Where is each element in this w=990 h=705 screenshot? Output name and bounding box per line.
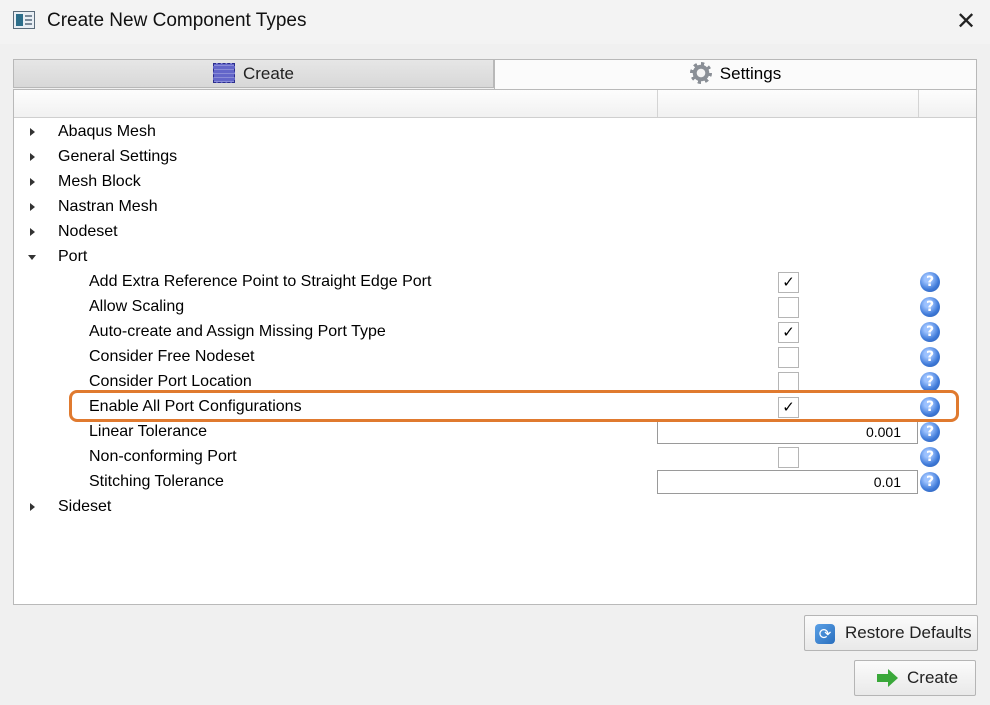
expand-arrow-down-icon[interactable] [28, 245, 38, 270]
expand-arrow-right-icon[interactable] [28, 195, 38, 220]
green-arrow-icon [877, 669, 899, 687]
setting-label: Consider Port Location [89, 373, 252, 390]
help-icon[interactable]: ? [920, 322, 940, 342]
title-bar: Create New Component Types ✕ [0, 0, 990, 44]
setting-checkbox[interactable]: ✓ [778, 322, 799, 343]
help-icon[interactable]: ? [920, 347, 940, 367]
setting-row: Enable All Port Configurations ✓? [14, 395, 976, 420]
setting-label: Allow Scaling [89, 298, 185, 315]
setting-row: Consider Free Nodeset? [14, 345, 976, 370]
expand-arrow-right-icon[interactable] [28, 120, 38, 145]
help-icon[interactable]: ? [920, 472, 940, 492]
window-title: Create New Component Types [47, 10, 307, 31]
setting-row: Add Extra Reference Point to Straight Ed… [14, 270, 976, 295]
tab-bar: Create Settings [13, 59, 977, 89]
setting-label: Stitching Tolerance [89, 473, 224, 490]
tree-group-row[interactable]: Sideset [14, 495, 976, 520]
expand-arrow-right-icon[interactable] [28, 495, 38, 520]
expand-arrow-right-icon[interactable] [28, 220, 38, 245]
setting-row: Linear Tolerance 0.001? [14, 420, 976, 445]
create-button[interactable]: Create [854, 660, 976, 696]
setting-label: Consider Free Nodeset [89, 348, 255, 365]
tree-group-row[interactable]: General Settings [14, 145, 976, 170]
setting-number-field[interactable]: 0.01 [657, 470, 918, 494]
mesh-cube-icon [212, 62, 235, 83]
setting-label: Add Extra Reference Point to Straight Ed… [89, 273, 432, 290]
setting-row: Allow Scaling? [14, 295, 976, 320]
app-icon [13, 11, 35, 29]
help-icon[interactable]: ? [920, 447, 940, 467]
setting-label: Non-conforming Port [89, 448, 237, 465]
setting-row: Auto-create and Assign Missing Port Type… [14, 320, 976, 345]
tab-create-label: Create [242, 64, 295, 83]
setting-checkbox[interactable] [778, 347, 799, 368]
expand-arrow-right-icon[interactable] [28, 170, 38, 195]
tree-group-label: Nodeset [58, 223, 118, 240]
restore-defaults-label: Restore Defaults [845, 623, 972, 642]
header-divider-help[interactable] [918, 90, 919, 117]
expand-arrow-right-icon[interactable] [28, 145, 38, 170]
tab-settings-label: Settings [719, 64, 782, 83]
setting-label: Enable All Port Configurations [89, 398, 302, 415]
setting-number-field[interactable]: 0.001 [657, 420, 918, 444]
tree-group-label: Port [58, 248, 88, 265]
setting-label: Auto-create and Assign Missing Port Type [89, 323, 386, 340]
setting-checkbox[interactable] [778, 297, 799, 318]
create-button-label: Create [907, 668, 959, 687]
tab-create[interactable]: Create [13, 59, 494, 88]
tree-header-row [14, 90, 976, 118]
setting-label: Linear Tolerance [89, 423, 208, 440]
settings-tree-panel: Abaqus Mesh General Settings Mesh Block Nas… [13, 89, 977, 605]
refresh-icon [815, 624, 835, 644]
setting-checkbox[interactable]: ✓ [778, 272, 799, 293]
restore-defaults-button[interactable]: Restore Defaults [804, 615, 978, 651]
tree-group-row[interactable]: Nodeset [14, 220, 976, 245]
setting-checkbox[interactable]: ✓ [778, 397, 799, 418]
help-icon[interactable]: ? [920, 372, 940, 392]
setting-row: Consider Port Location? [14, 370, 976, 395]
setting-checkbox[interactable] [778, 372, 799, 393]
header-divider-value[interactable] [657, 90, 658, 117]
tree-group-label: General Settings [58, 148, 178, 165]
help-icon[interactable]: ? [920, 397, 940, 417]
setting-checkbox[interactable] [778, 447, 799, 468]
tree-group-row[interactable]: Mesh Block [14, 170, 976, 195]
help-icon[interactable]: ? [920, 272, 940, 292]
tree-group-row[interactable]: Port [14, 245, 976, 270]
tree-group-label: Mesh Block [58, 173, 141, 190]
tree-group-label: Sideset [58, 498, 112, 515]
tab-settings[interactable]: Settings [494, 59, 977, 89]
setting-row: Stitching Tolerance 0.01? [14, 470, 976, 495]
setting-row: Non-conforming Port? [14, 445, 976, 470]
tree-group-label: Abaqus Mesh [58, 123, 156, 140]
tree-group-row[interactable]: Abaqus Mesh [14, 120, 976, 145]
help-icon[interactable]: ? [920, 422, 940, 442]
tree-group-row[interactable]: Nastran Mesh [14, 195, 976, 220]
close-button[interactable]: ✕ [946, 4, 986, 38]
tree-group-label: Nastran Mesh [58, 198, 158, 215]
help-icon[interactable]: ? [920, 297, 940, 317]
gear-icon [689, 61, 712, 84]
